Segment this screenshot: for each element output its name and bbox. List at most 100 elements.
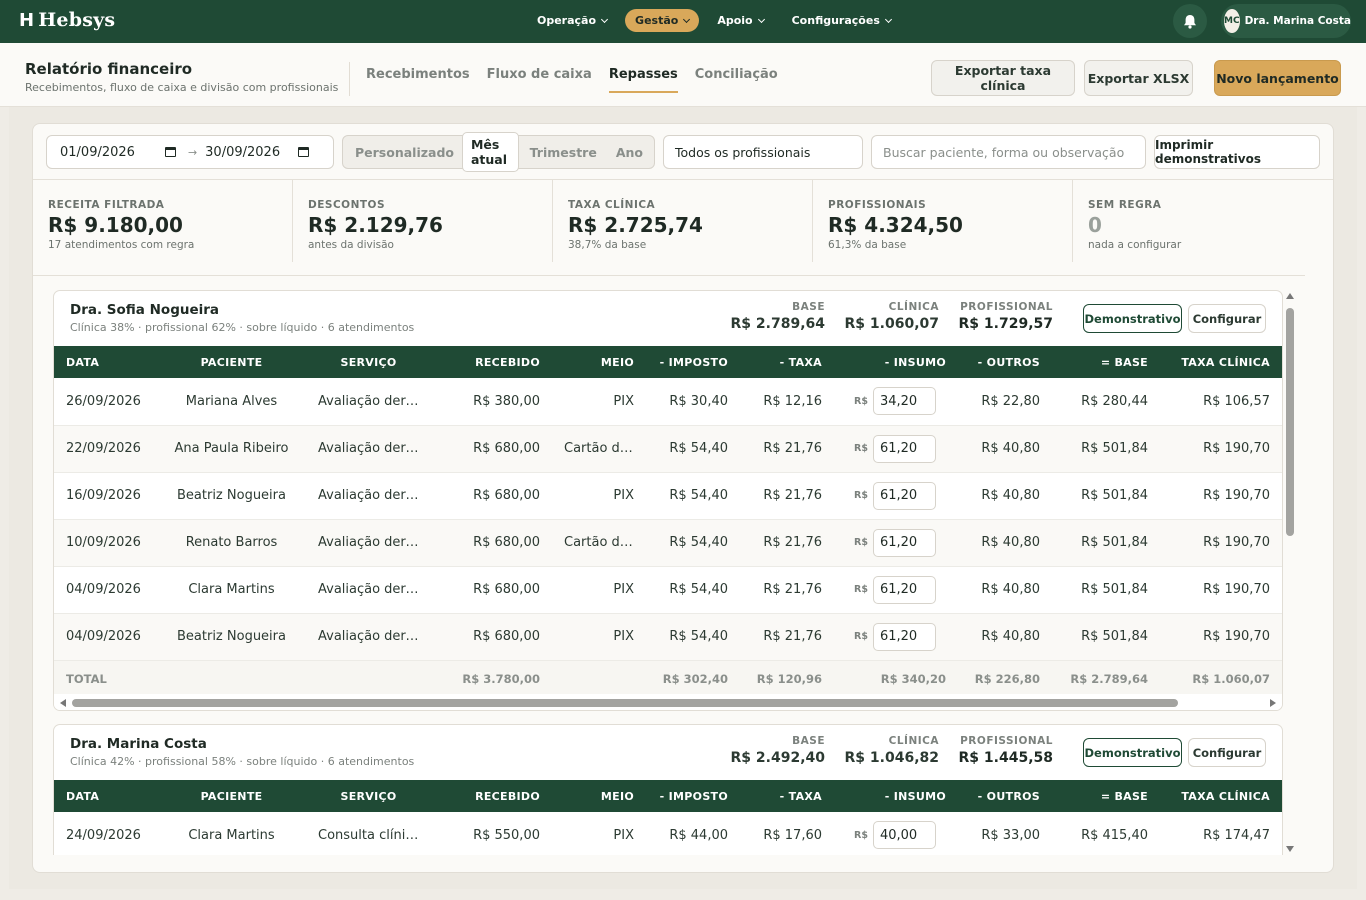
- menu-item-apoio[interactable]: Apoio: [707, 9, 773, 32]
- table-row[interactable]: 22/09/2026 Ana Paula Ribeiro Avaliação der…: [54, 425, 1282, 472]
- statement-button[interactable]: Demonstrativo: [1083, 738, 1182, 767]
- summary-label: BASE: [792, 735, 825, 747]
- table-row[interactable]: 16/09/2026 Beatriz Nogueira Avaliação derm…: [54, 472, 1282, 519]
- professional-select[interactable]: Todos os profissionais: [663, 135, 863, 169]
- col-header-method[interactable]: MEIO: [552, 780, 646, 812]
- tab-fluxo-de-caixa[interactable]: Fluxo de caixa: [487, 67, 592, 93]
- total-empty: [552, 660, 646, 697]
- cell-tax: R$ 44,00: [669, 827, 728, 843]
- calendar-icon[interactable]: [164, 147, 176, 157]
- table-row[interactable]: 10/09/2026 Renato Barros Avaliação dermat.…: [54, 519, 1282, 566]
- kpi-label: TAXA CLÍNICA: [568, 199, 656, 211]
- supply-input[interactable]: 61,20: [872, 528, 936, 557]
- cell-service: Avaliação dermat...: [318, 488, 431, 503]
- configure-button[interactable]: Configurar: [1188, 738, 1266, 767]
- period-custom[interactable]: Personalizado: [347, 141, 462, 164]
- kpi-clinic-fee: TAXA CLÍNICA R$ 2.725,74 38,7% da base: [553, 180, 813, 262]
- cell-received: R$ 550,00: [473, 827, 540, 843]
- col-header-base[interactable]: = BASE: [1052, 346, 1160, 378]
- cell-tax: R$ 54,40: [669, 441, 728, 456]
- summary-label: CLÍNICA: [888, 735, 939, 747]
- col-header-other[interactable]: - OUTROS: [958, 780, 1052, 812]
- main-menu: Operação Gestão Apoio Configurações: [527, 9, 901, 32]
- supply-input[interactable]: 61,20: [872, 575, 936, 604]
- search-input[interactable]: Buscar paciente, forma ou observação: [871, 135, 1146, 169]
- col-header-supply[interactable]: - INSUMO: [834, 346, 958, 378]
- currency-prefix: R$: [854, 395, 868, 407]
- export-xlsx-button[interactable]: Exportar XLSX: [1084, 60, 1193, 96]
- supply-input[interactable]: 34,20: [872, 387, 936, 416]
- summary-value: R$ 1.060,07: [844, 316, 939, 332]
- statement-button[interactable]: Demonstrativo: [1083, 304, 1182, 333]
- table-row[interactable]: 04/09/2026 Beatriz Nogueira Avaliação derm…: [54, 613, 1282, 660]
- date-to-input[interactable]: 30/09/2026: [205, 145, 280, 160]
- col-header-tax[interactable]: - IMPOSTO: [646, 346, 740, 378]
- scroll-down-icon[interactable]: [1286, 846, 1294, 852]
- menu-item-configuracoes[interactable]: Configurações: [782, 9, 901, 32]
- supply-input[interactable]: 61,20: [872, 622, 936, 651]
- scroll-left-icon[interactable]: [60, 699, 66, 707]
- col-header-other[interactable]: - OUTROS: [958, 346, 1052, 378]
- supply-editor: R$ 61,20: [854, 481, 946, 510]
- col-header-service[interactable]: SERVIÇO: [306, 780, 431, 812]
- chevron-down-icon: [683, 15, 691, 23]
- col-header-date[interactable]: DATA: [54, 780, 157, 812]
- col-header-date[interactable]: DATA: [54, 346, 157, 378]
- date-range: 01/09/2026 → 30/09/2026: [46, 135, 334, 169]
- tab-repasses[interactable]: Repasses: [608, 67, 678, 93]
- menu-item-gestao[interactable]: Gestão: [625, 9, 700, 32]
- notifications-button[interactable]: [1173, 4, 1207, 38]
- table-row[interactable]: 04/09/2026 Clara Martins Avaliação dermat.…: [54, 566, 1282, 613]
- new-entry-button[interactable]: Novo lançamento: [1214, 60, 1341, 96]
- supply-input[interactable]: 61,20: [872, 481, 936, 510]
- calendar-icon[interactable]: [298, 147, 310, 157]
- table-row[interactable]: 24/09/2026 Clara Martins Consulta clínica R…: [54, 812, 1282, 855]
- col-header-received[interactable]: RECEBIDO: [431, 780, 552, 812]
- menu-item-operacao[interactable]: Operação: [527, 9, 617, 32]
- cell-base: R$ 501,84: [1081, 629, 1148, 644]
- print-statements-button[interactable]: Imprimir demonstrativos: [1154, 135, 1320, 169]
- supply-editor: R$ 61,20: [854, 575, 946, 604]
- kpi-subtext: 17 atendimentos com regra: [48, 239, 195, 251]
- col-header-patient[interactable]: PACIENTE: [157, 780, 306, 812]
- col-header-service[interactable]: SERVIÇO: [306, 346, 431, 378]
- scrollbar-thumb[interactable]: [72, 699, 1178, 707]
- repasses-table: DATA PACIENTE SERVIÇO RECEBIDO MEIO - IM…: [54, 780, 1282, 855]
- professional-groups-list[interactable]: Dra. Sofia Nogueira Clínica 38% · profis…: [33, 275, 1305, 855]
- group-base-summary: BASE R$ 2.789,64: [731, 301, 825, 332]
- col-header-method[interactable]: MEIO: [552, 346, 646, 378]
- col-header-fee[interactable]: - TAXA: [740, 346, 834, 378]
- tab-recebimentos[interactable]: Recebimentos: [366, 67, 470, 93]
- logo-mark-icon: H: [19, 9, 35, 31]
- configure-button[interactable]: Configurar: [1188, 304, 1266, 333]
- cell-tax: R$ 54,40: [669, 629, 728, 644]
- scrollbar-thumb[interactable]: [1286, 308, 1294, 536]
- user-menu[interactable]: MC Dra. Marina Costa: [1221, 4, 1351, 38]
- col-header-supply[interactable]: - INSUMO: [834, 780, 958, 812]
- chevron-down-icon: [601, 15, 609, 23]
- horizontal-scrollbar[interactable]: [54, 694, 1282, 710]
- tab-conciliacao[interactable]: Conciliação: [695, 67, 778, 93]
- vertical-scrollbar[interactable]: [1285, 290, 1295, 855]
- app-logo[interactable]: H Hebsys: [19, 9, 115, 31]
- scroll-right-icon[interactable]: [1270, 699, 1276, 707]
- period-quarter[interactable]: Trimestre: [522, 141, 605, 164]
- col-header-received[interactable]: RECEBIDO: [431, 346, 552, 378]
- col-header-fee[interactable]: - TAXA: [740, 780, 834, 812]
- col-header-patient[interactable]: PACIENTE: [157, 346, 306, 378]
- scroll-up-icon[interactable]: [1286, 293, 1294, 299]
- kpi-discounts: DESCONTOS R$ 2.129,76 antes da divisão: [293, 180, 553, 262]
- supply-input[interactable]: 40,00: [872, 821, 936, 850]
- col-header-clinic-fee[interactable]: TAXA CLÍNICA: [1160, 780, 1282, 812]
- period-year[interactable]: Ano: [608, 141, 651, 164]
- report-tabs: Recebimentos Fluxo de caixa Repasses Con…: [366, 67, 778, 93]
- col-header-tax[interactable]: - IMPOSTO: [646, 780, 740, 812]
- date-from-input[interactable]: 01/09/2026: [60, 145, 135, 160]
- period-current-month[interactable]: Mês atual: [461, 132, 519, 172]
- col-header-base[interactable]: = BASE: [1052, 780, 1160, 812]
- export-clinic-fee-button[interactable]: Exportar taxa clínica: [931, 60, 1075, 96]
- kpi-value: R$ 2.725,74: [568, 213, 703, 237]
- col-header-clinic-fee[interactable]: TAXA CLÍNICA: [1160, 346, 1282, 378]
- supply-input[interactable]: 61,20: [872, 434, 936, 463]
- table-row[interactable]: 26/09/2026 Mariana Alves Avaliação dermat.…: [54, 378, 1282, 425]
